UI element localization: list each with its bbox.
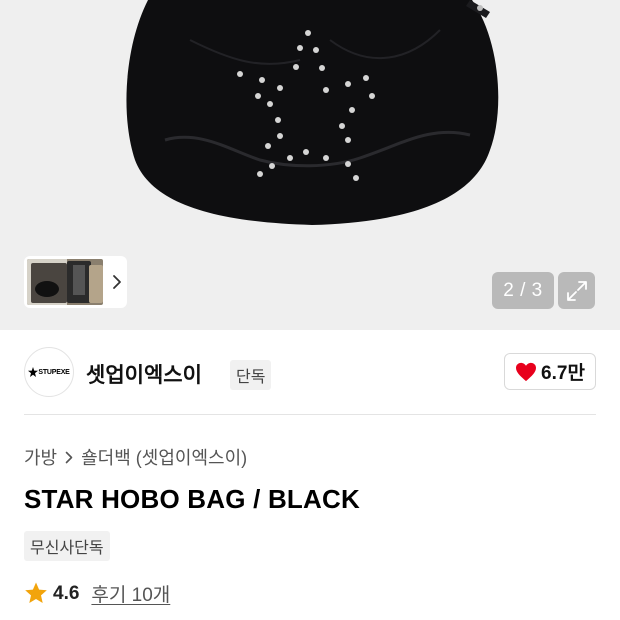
expand-button[interactable]	[558, 272, 595, 309]
product-title: STAR HOBO BAG / BLACK	[24, 484, 360, 514]
brand-logo[interactable]: STUPEXE	[24, 347, 74, 397]
expand-icon	[566, 280, 587, 301]
breadcrumb-subcategory[interactable]: 숄더백 (셋업이엑스이)	[81, 444, 247, 470]
brand-logo-text: STUPEXE	[38, 368, 70, 376]
brand-exclusive-badge: 단독	[230, 360, 272, 390]
exclusive-badge: 무신사단독	[24, 531, 110, 561]
chevron-right-icon[interactable]	[107, 272, 127, 292]
image-pager: 2 / 3	[492, 272, 554, 309]
star-icon	[25, 582, 47, 603]
heart-icon	[516, 362, 537, 381]
rating-row: 4.6 후기 10개	[24, 580, 170, 607]
review-count-link[interactable]: 후기 10개	[91, 580, 170, 607]
chevron-right-icon	[65, 451, 73, 464]
breadcrumb-category[interactable]: 가방	[24, 444, 57, 470]
star-logo-icon	[28, 367, 39, 377]
rating-value: 4.6	[53, 582, 80, 604]
like-count: 6.7만	[541, 363, 585, 384]
like-button[interactable]: 6.7만	[504, 353, 596, 390]
brand-name[interactable]: 셋업이엑스이	[86, 359, 202, 389]
thumbnail-strip[interactable]	[24, 256, 127, 308]
divider	[24, 414, 596, 415]
product-image-gallery[interactable]: 2 / 3	[0, 0, 620, 330]
thumbnail-image[interactable]	[27, 259, 103, 305]
breadcrumb: 가방 숄더백 (셋업이엑스이)	[24, 444, 247, 470]
brand-row: STUPEXE 셋업이엑스이 단독 6.7만	[24, 347, 596, 397]
